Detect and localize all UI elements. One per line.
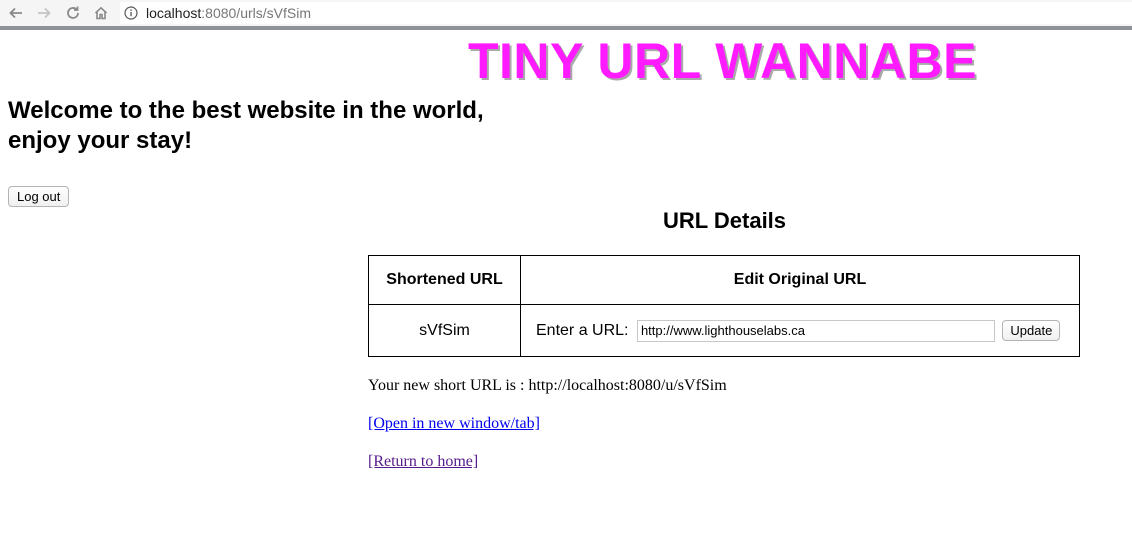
url-input[interactable]: [636, 319, 995, 342]
enter-url-label: Enter a URL:: [536, 321, 629, 339]
edit-url-cell: Enter a URL: Update: [520, 304, 1080, 357]
address-bar[interactable]: localhost:8080/urls/sVfSim: [120, 2, 1132, 24]
welcome-line-1: Welcome to the best website in the world…: [8, 97, 484, 124]
return-home-link[interactable]: [Return to home]: [368, 453, 478, 471]
browser-toolbar: localhost:8080/urls/sVfSim: [0, 0, 1132, 30]
welcome-heading: Welcome to the best website in the world…: [8, 96, 528, 156]
address-url: localhost:8080/urls/sVfSim: [146, 5, 311, 21]
welcome-line-2: enjoy your stay!: [8, 127, 193, 154]
site-title: TINY URL WANNABE: [468, 33, 977, 89]
info-icon[interactable]: [124, 6, 138, 20]
short-url-cell: sVfSim: [368, 304, 521, 357]
url-details-title: URL Details: [662, 208, 787, 233]
header-shortened-url: Shortened URL: [368, 255, 521, 305]
open-in-new-window-link[interactable]: [Open in new window/tab]: [368, 415, 540, 433]
url-path: :8080/urls/sVfSim: [201, 5, 311, 21]
table-row: sVfSim Enter a URL: Update: [368, 304, 1080, 357]
url-details-table: Shortened URL Edit Original URL sVfSim E…: [368, 255, 1080, 357]
header-edit-original-url: Edit Original URL: [520, 255, 1080, 305]
reload-icon[interactable]: [63, 3, 83, 23]
new-short-url-text: Your new short URL is : http://localhost…: [368, 377, 727, 394]
table-header-row: Shortened URL Edit Original URL: [368, 255, 1080, 305]
home-icon[interactable]: [91, 3, 111, 23]
update-button[interactable]: Update: [1002, 320, 1061, 341]
url-host: localhost: [146, 5, 202, 21]
forward-icon[interactable]: [34, 3, 54, 23]
back-icon[interactable]: [6, 3, 26, 23]
logout-button[interactable]: Log out: [8, 186, 70, 207]
